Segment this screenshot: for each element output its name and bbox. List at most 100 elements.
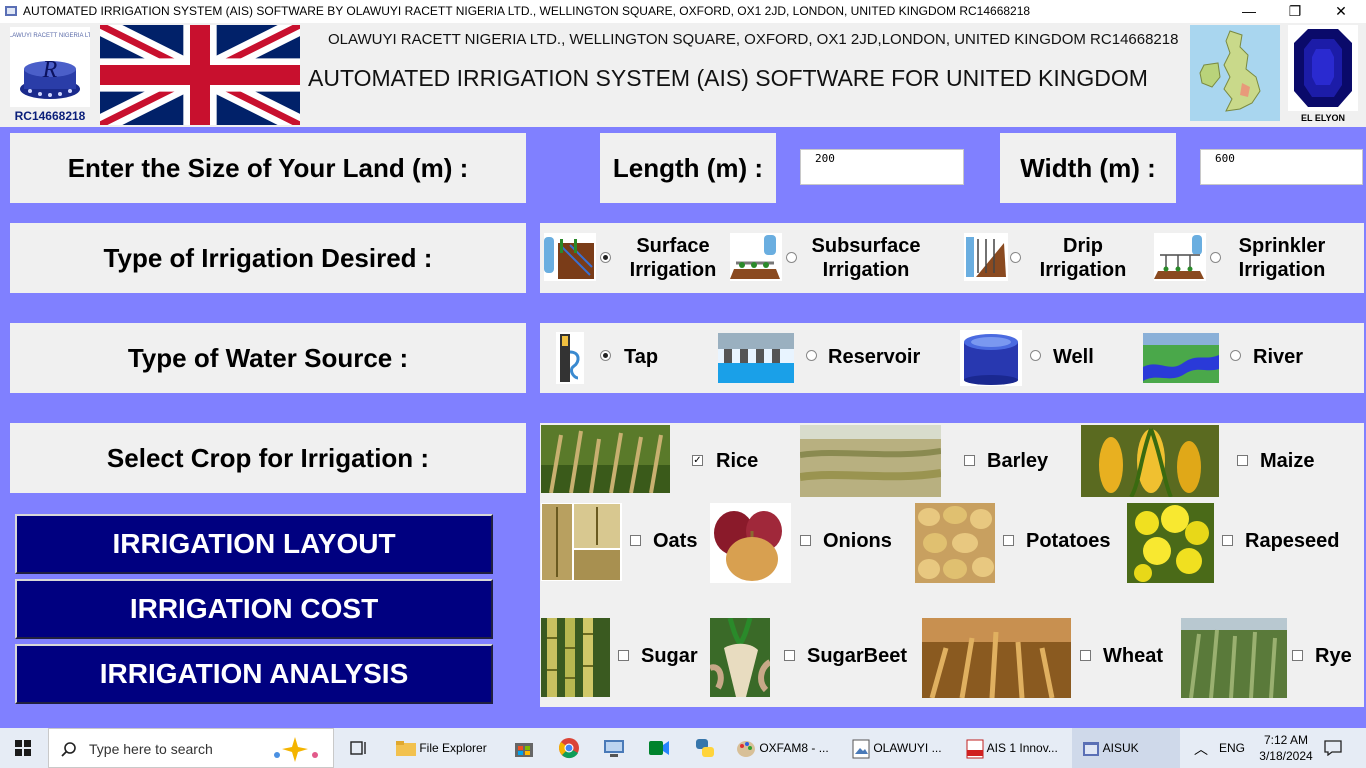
potatoes-photo — [915, 503, 995, 583]
union-jack-flag-icon — [100, 25, 300, 125]
subsurface-irrigation-radio[interactable] — [786, 252, 797, 263]
oats-label: Oats — [653, 530, 698, 552]
barley-photo — [800, 425, 941, 497]
surface-irrigation-radio[interactable] — [600, 252, 611, 263]
app-header: OLAWUYI RACETT NIGERIA LTD R RC14668218 … — [0, 23, 1366, 127]
irrigation-layout-button[interactable]: IRRIGATION LAYOUT — [15, 514, 493, 574]
gem-caption: EL ELYON — [1300, 113, 1345, 123]
drip-irrigation-label: Drip Irrigation — [1039, 235, 1127, 281]
pdf-icon — [966, 739, 984, 759]
subsurface-irrigation-icon — [730, 233, 782, 281]
barley-checkbox[interactable] — [964, 455, 975, 466]
river-label: River — [1253, 346, 1304, 368]
sugar-checkbox[interactable] — [618, 650, 629, 661]
taskbar-file-explorer[interactable]: File Explorer — [396, 728, 487, 768]
window-titlebar: AUTOMATED IRRIGATION SYSTEM (AIS) SOFTWA… — [0, 0, 1366, 23]
well-icon — [960, 330, 1022, 386]
folder-icon — [396, 740, 416, 756]
sprinkler-irrigation-label: Sprinkler Irrigation — [1238, 235, 1326, 281]
potatoes-checkbox[interactable] — [1003, 535, 1014, 546]
river-icon — [1143, 333, 1219, 383]
taskbar-search-box[interactable]: Type here to search — [48, 728, 334, 768]
barley-label: Barley — [987, 450, 1049, 472]
drip-irrigation-icon — [964, 233, 1008, 281]
length-label: Length (m) : — [612, 153, 764, 183]
sugar-label: Sugar — [641, 645, 698, 667]
notifications-icon[interactable] — [1324, 740, 1342, 756]
minimize-button[interactable]: — — [1226, 0, 1272, 23]
rapeseed-photo — [1127, 503, 1214, 583]
wheat-photo — [922, 618, 1071, 698]
reservoir-radio[interactable] — [806, 350, 817, 361]
logo-rc-number: RC14668218 — [14, 109, 86, 123]
width-input[interactable]: 600 — [1200, 149, 1363, 185]
language-indicator[interactable]: ENG — [1219, 741, 1245, 755]
search-placeholder: Type here to search — [89, 741, 213, 757]
document-image-icon — [852, 739, 870, 759]
length-input[interactable]: 200 — [800, 149, 964, 185]
rye-photo — [1181, 618, 1287, 698]
taskbar-ais1[interactable]: AIS 1 Innov... — [966, 728, 1058, 768]
task-view-icon[interactable] — [350, 740, 368, 756]
maize-checkbox[interactable] — [1237, 455, 1248, 466]
sprinkler-irrigation-icon — [1154, 233, 1206, 281]
sugarbeet-label: SugarBeet — [807, 645, 908, 667]
svg-text:R: R — [42, 57, 58, 83]
wheat-checkbox[interactable] — [1080, 650, 1091, 661]
onions-photo — [710, 503, 791, 583]
window-title: AUTOMATED IRRIGATION SYSTEM (AIS) SOFTWA… — [23, 4, 1031, 18]
tap-radio[interactable] — [600, 350, 611, 361]
tap-label: Tap — [624, 346, 659, 368]
chrome-icon[interactable] — [558, 737, 580, 759]
irrigation-cost-button[interactable]: IRRIGATION COST — [15, 579, 493, 639]
wheat-label: Wheat — [1103, 645, 1163, 667]
oats-checkbox[interactable] — [630, 535, 641, 546]
sparkle-decoration-icon — [274, 737, 318, 762]
taskbar-olawuyi[interactable]: OLAWUYI ... — [852, 728, 942, 768]
rice-label: Rice — [716, 450, 759, 472]
close-button[interactable]: ✕ — [1318, 0, 1364, 23]
system-clock[interactable]: 7:12 AM 3/18/2024 — [1254, 732, 1318, 764]
water-source-panel: Type of Water Source : — [10, 323, 526, 393]
paint-palette-icon — [737, 740, 755, 757]
chevron-up-icon[interactable]: ︿ — [1194, 739, 1208, 759]
maize-photo — [1081, 425, 1219, 497]
onions-label: Onions — [823, 530, 892, 552]
rye-checkbox[interactable] — [1292, 650, 1303, 661]
sprinkler-irrigation-radio[interactable] — [1210, 252, 1221, 263]
store-icon[interactable] — [514, 738, 534, 758]
rice-checkbox[interactable]: ✓ — [692, 455, 703, 466]
river-radio[interactable] — [1230, 350, 1241, 361]
drip-irrigation-radio[interactable] — [1010, 252, 1021, 263]
windows-start-icon[interactable] — [15, 740, 31, 756]
reservoir-label: Reservoir — [828, 346, 921, 368]
app-icon — [5, 6, 17, 16]
uk-map-icon — [1190, 25, 1280, 121]
company-logo: OLAWUYI RACETT NIGERIA LTD R RC14668218 — [4, 27, 96, 123]
sugarbeet-checkbox[interactable] — [784, 650, 795, 661]
subsurface-irrigation-label: Subsurface Irrigation — [811, 235, 921, 281]
network-computer-icon[interactable] — [602, 738, 626, 758]
width-panel: Width (m) : — [1000, 133, 1176, 203]
el-elyon-emblem: EL ELYON — [1288, 25, 1358, 125]
maximize-button[interactable]: ❐ — [1272, 0, 1318, 23]
surface-irrigation-label: Surface Irrigation — [629, 235, 717, 281]
onions-checkbox[interactable] — [800, 535, 811, 546]
reservoir-icon — [718, 333, 794, 383]
search-icon — [61, 742, 76, 757]
rapeseed-checkbox[interactable] — [1222, 535, 1233, 546]
tap-water-icon — [556, 332, 584, 384]
taskbar-oxfam8[interactable]: OXFAM8 - ... — [736, 728, 829, 768]
crown-logo-icon: OLAWUYI RACETT NIGERIA LTD R — [4, 27, 96, 107]
sugarbeet-photo — [710, 618, 770, 697]
well-label: Well — [1053, 346, 1094, 368]
maize-label: Maize — [1260, 450, 1315, 472]
meet-icon[interactable] — [648, 738, 670, 758]
well-radio[interactable] — [1030, 350, 1041, 361]
app-window-icon — [1083, 741, 1099, 756]
python-icon[interactable] — [694, 737, 716, 759]
taskbar-aisuk[interactable]: AISUK — [1072, 728, 1180, 768]
land-size-panel: Enter the Size of Your Land (m) : — [10, 133, 526, 203]
irrigation-analysis-button[interactable]: IRRIGATION ANALYSIS — [15, 644, 493, 704]
land-size-label: Enter the Size of Your Land (m) : — [67, 153, 469, 183]
